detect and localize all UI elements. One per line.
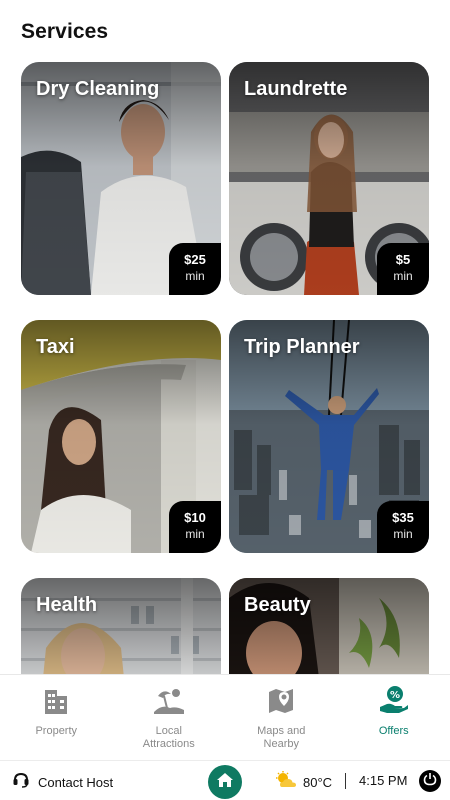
- price-badge: $5 min: [377, 243, 429, 295]
- nav-item-maps-and-nearby[interactable]: Maps and Nearby: [225, 675, 338, 760]
- bottom-status-bar: Contact Host 80°C 4:15 PM: [0, 760, 450, 800]
- contact-host-label: Contact Host: [38, 775, 114, 790]
- temperature: 80°C: [303, 775, 333, 790]
- partly-sunny-icon: [275, 771, 297, 794]
- price-badge: $10 min: [169, 501, 221, 553]
- service-card-trip-planner[interactable]: Trip Planner $35 min: [229, 320, 429, 553]
- service-title: Health: [36, 594, 98, 616]
- service-card-beauty[interactable]: Beauty: [229, 578, 429, 674]
- service-title: Dry Cleaning: [36, 78, 160, 100]
- nav-item-local-attractions[interactable]: Local Attractions: [113, 675, 226, 760]
- clock: 4:15 PM: [359, 773, 408, 788]
- price-badge: $35 min: [377, 501, 429, 553]
- nav-label: Maps and Nearby: [257, 725, 306, 750]
- beach-icon: [153, 685, 184, 715]
- home-icon: [216, 771, 234, 794]
- map-icon: [266, 685, 296, 715]
- nav-label: Local Attractions: [142, 725, 195, 750]
- power-button[interactable]: [419, 770, 441, 792]
- price-badge: $25 min: [169, 243, 221, 295]
- divider: [345, 773, 346, 789]
- service-title: Laundrette: [244, 78, 348, 100]
- price-unit: min: [393, 269, 413, 283]
- price-unit: min: [185, 527, 205, 541]
- contact-host-button[interactable]: Contact Host: [12, 771, 113, 794]
- nav-item-property[interactable]: Property: [0, 675, 113, 760]
- home-button[interactable]: [208, 765, 242, 799]
- nav-label: Property: [35, 725, 78, 737]
- headset-icon: [12, 771, 30, 794]
- price-unit: min: [185, 269, 205, 283]
- service-title: Taxi: [36, 336, 75, 358]
- price-amount: $25: [184, 252, 206, 267]
- bottom-navigation: Property Local Attractions Maps and Near…: [0, 674, 450, 760]
- price-amount: $35: [392, 510, 414, 525]
- service-card-dry-cleaning[interactable]: Dry Cleaning $25 min: [21, 62, 221, 295]
- weather-widget: 80°C: [275, 771, 332, 794]
- service-card-health[interactable]: Health: [21, 578, 221, 674]
- nav-item-offers[interactable]: % Offers: [338, 675, 450, 760]
- price-amount: $5: [395, 252, 411, 267]
- services-grid: Dry Cleaning $25 min Laundrette $5 min T…: [21, 62, 429, 674]
- price-amount: $10: [184, 510, 206, 525]
- service-card-taxi[interactable]: Taxi $10 min: [21, 320, 221, 553]
- service-title: Beauty: [244, 594, 311, 616]
- building-icon: [41, 685, 71, 715]
- page-title: Services: [21, 20, 109, 43]
- service-title: Trip Planner: [244, 336, 360, 358]
- nav-label: Offers: [378, 725, 409, 737]
- svg-text:%: %: [390, 690, 400, 701]
- price-unit: min: [393, 527, 413, 541]
- offers-icon: %: [379, 685, 409, 715]
- service-card-laundrette[interactable]: Laundrette $5 min: [229, 62, 429, 295]
- power-icon: [423, 772, 437, 791]
